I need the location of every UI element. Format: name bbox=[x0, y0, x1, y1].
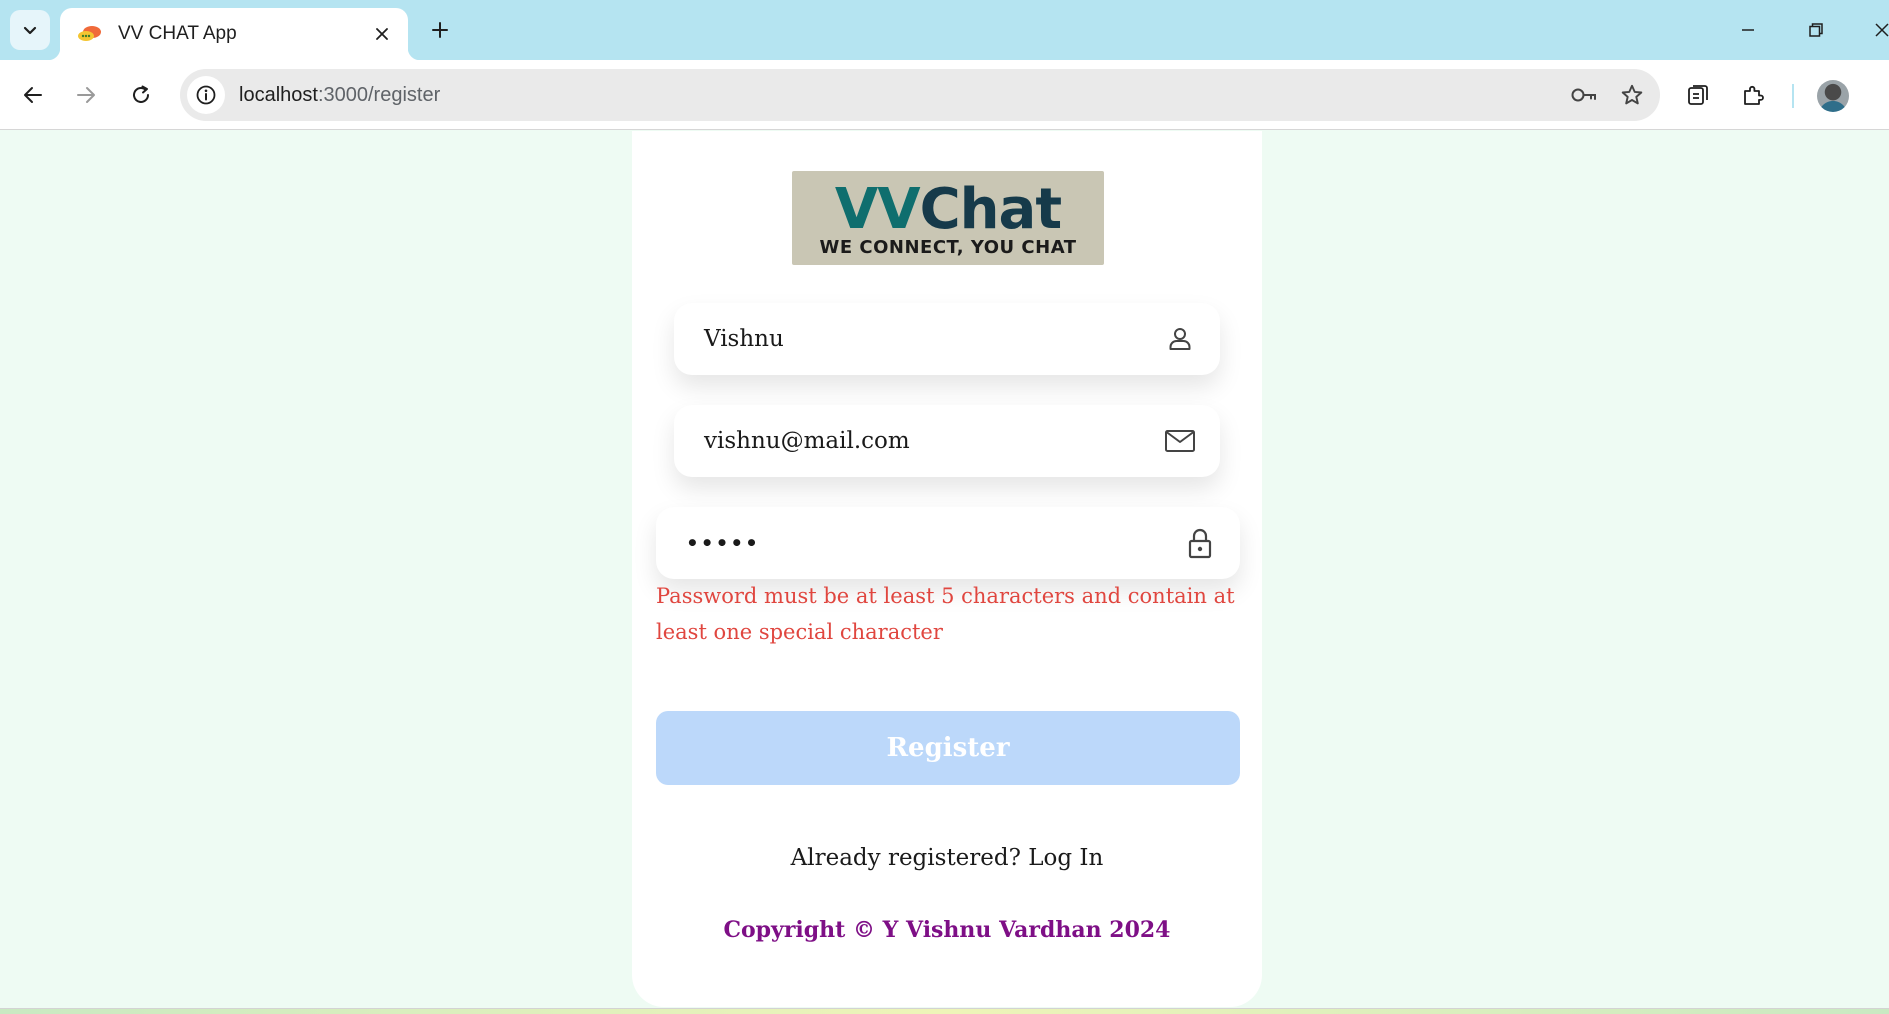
password-field[interactable]: ••••• bbox=[656, 507, 1240, 579]
page-background: VVChat WE CONNECT, YOU CHAT Vishnu vishn… bbox=[0, 131, 1889, 1008]
register-button[interactable]: Register bbox=[656, 711, 1240, 785]
reading-list-icon bbox=[1688, 85, 1708, 105]
reload-button[interactable] bbox=[121, 75, 161, 115]
password-error-message: Password must be at least 5 characters a… bbox=[656, 584, 1235, 644]
extensions-button[interactable] bbox=[1733, 75, 1773, 115]
browser-tab-active[interactable]: VV CHAT App bbox=[48, 8, 420, 60]
window-close-icon bbox=[1875, 23, 1889, 37]
minimize-icon bbox=[1742, 29, 1754, 31]
key-icon bbox=[1571, 88, 1596, 102]
toolbar-separator bbox=[1792, 84, 1794, 108]
mail-icon bbox=[1160, 421, 1200, 461]
tab-search-button[interactable] bbox=[10, 10, 50, 50]
info-icon bbox=[196, 85, 216, 105]
chat-bubble-favicon-icon bbox=[78, 26, 101, 41]
bottom-edge-strip bbox=[0, 1008, 1889, 1014]
tab-close-button[interactable] bbox=[370, 22, 394, 46]
tab-title: VV CHAT App bbox=[118, 23, 237, 44]
already-registered-text: Already registered? bbox=[790, 845, 1029, 871]
vvchat-logo: VVChat WE CONNECT, YOU CHAT bbox=[792, 171, 1104, 265]
profile-avatar[interactable] bbox=[1817, 80, 1849, 112]
name-field[interactable]: Vishnu bbox=[674, 303, 1220, 375]
browser-tab-strip: VV CHAT App bbox=[0, 0, 1889, 60]
url-path: :3000/register bbox=[317, 83, 441, 106]
reload-icon bbox=[133, 85, 149, 103]
new-tab-button[interactable] bbox=[424, 14, 456, 46]
reading-list-button[interactable] bbox=[1678, 75, 1718, 115]
address-bar[interactable]: localhost:3000/register bbox=[180, 69, 1660, 121]
name-value: Vishnu bbox=[704, 326, 784, 352]
restore-icon bbox=[1809, 23, 1823, 37]
site-info-button[interactable] bbox=[187, 76, 225, 114]
logo-chat: Chat bbox=[919, 177, 1063, 242]
window-close-button[interactable] bbox=[1866, 14, 1889, 46]
restore-button[interactable] bbox=[1800, 14, 1832, 46]
logo-wordmark: VVChat bbox=[792, 177, 1104, 242]
minimize-button[interactable] bbox=[1732, 14, 1764, 46]
login-link[interactable]: Log In bbox=[1028, 845, 1103, 871]
browser-toolbar: localhost:3000/register bbox=[0, 60, 1889, 130]
already-registered-line: Already registered? Log In bbox=[632, 845, 1262, 871]
forward-button[interactable] bbox=[66, 75, 106, 115]
forward-arrow-icon bbox=[77, 87, 95, 103]
back-arrow-icon bbox=[24, 87, 42, 103]
plus-icon bbox=[432, 22, 448, 38]
lock-icon bbox=[1180, 523, 1220, 563]
email-value: vishnu@mail.com bbox=[704, 428, 910, 454]
logo-tagline: WE CONNECT, YOU CHAT bbox=[819, 237, 1077, 258]
close-icon bbox=[376, 28, 388, 40]
back-button[interactable] bbox=[13, 75, 53, 115]
bookmark-button[interactable] bbox=[1612, 75, 1652, 115]
extensions-icon bbox=[1744, 85, 1764, 105]
logo-vv: VV bbox=[834, 177, 921, 242]
register-button-label: Register bbox=[886, 733, 1010, 763]
star-icon bbox=[1621, 84, 1643, 105]
url-host: localhost bbox=[239, 83, 318, 106]
copyright-text: Copyright © Y Vishnu Vardhan 2024 bbox=[723, 917, 1171, 943]
url-text: localhost:3000/register bbox=[239, 84, 1564, 107]
register-card: VVChat WE CONNECT, YOU CHAT Vishnu vishn… bbox=[632, 131, 1262, 1007]
password-value: ••••• bbox=[686, 531, 760, 555]
chevron-down-icon bbox=[23, 26, 37, 35]
email-field[interactable]: vishnu@mail.com bbox=[674, 405, 1220, 477]
user-icon bbox=[1160, 319, 1200, 359]
password-manager-button[interactable] bbox=[1564, 75, 1604, 115]
